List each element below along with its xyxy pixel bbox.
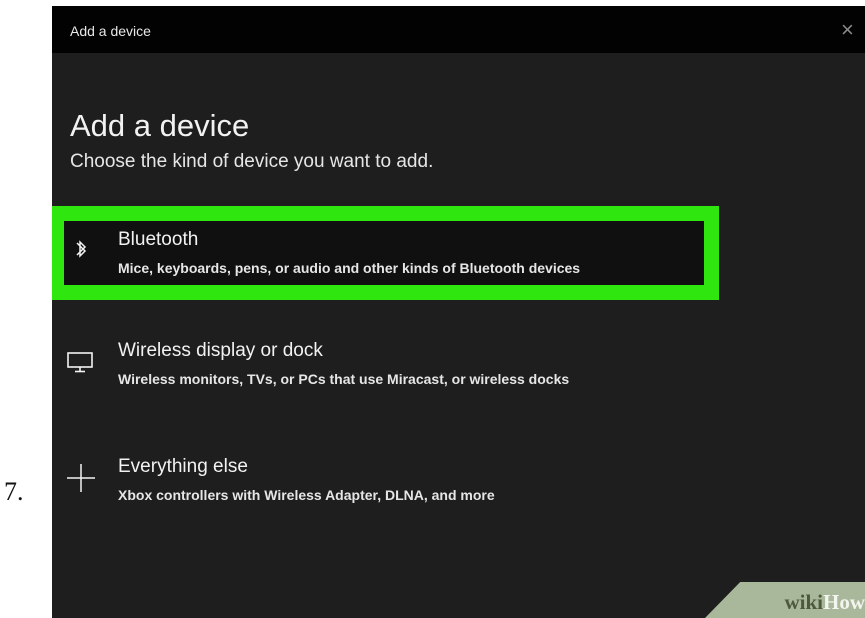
plus-icon bbox=[67, 464, 95, 492]
watermark-logo: wikiHow bbox=[784, 590, 865, 615]
watermark-prefix: wiki bbox=[784, 590, 823, 614]
wireless-display-title: Wireless display or dock bbox=[118, 340, 323, 361]
title-bar: Add a device × bbox=[52, 6, 865, 53]
step-number: 7. bbox=[4, 477, 24, 506]
bluetooth-title: Bluetooth bbox=[118, 229, 199, 250]
window-title: Add a device bbox=[70, 23, 151, 39]
page-heading: Add a device bbox=[70, 107, 250, 143]
bluetooth-description: Mice, keyboards, pens, or audio and othe… bbox=[118, 260, 581, 276]
bluetooth-icon bbox=[76, 240, 87, 258]
wireless-display-description: Wireless monitors, TVs, or PCs that use … bbox=[118, 371, 570, 387]
watermark-suffix: How bbox=[823, 590, 865, 614]
everything-else-title: Everything else bbox=[118, 456, 248, 477]
close-icon[interactable]: × bbox=[841, 18, 865, 42]
bluetooth-option[interactable]: Bluetooth Mice, keyboards, pens, or audi… bbox=[64, 221, 704, 285]
wireless-display-option[interactable]: Wireless display or dock Wireless monito… bbox=[64, 332, 704, 396]
add-device-window: Add a device × Add a device Choose the k… bbox=[52, 6, 865, 618]
everything-else-option[interactable]: Everything else Xbox controllers with Wi… bbox=[64, 448, 704, 512]
wikihow-watermark: wikiHow bbox=[705, 582, 865, 618]
page-subtitle: Choose the kind of device you want to ad… bbox=[70, 151, 434, 172]
everything-else-description: Xbox controllers with Wireless Adapter, … bbox=[118, 487, 495, 503]
monitor-icon bbox=[67, 352, 93, 373]
